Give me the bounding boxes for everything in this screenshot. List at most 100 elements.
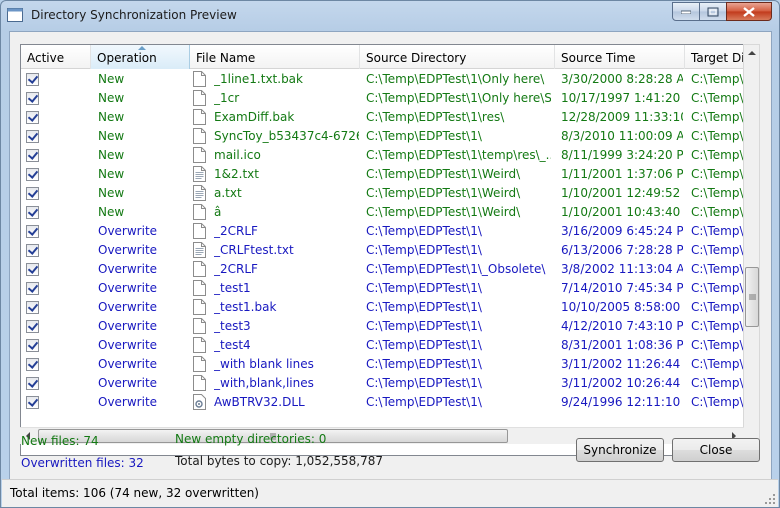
close-window-button[interactable] (726, 2, 772, 21)
operation-cell: New (98, 167, 125, 181)
table-row[interactable]: New mail.ico C:\Temp\EDPTest\1\temp\res\_.… (21, 146, 753, 165)
active-checkbox[interactable] (26, 263, 39, 276)
file-icon (193, 109, 206, 125)
operation-cell: Overwrite (98, 281, 158, 295)
active-checkbox[interactable] (26, 130, 39, 143)
active-checkbox[interactable] (26, 225, 39, 238)
file-name-cell: ExamDiff.bak (214, 110, 295, 124)
maximize-icon (707, 7, 719, 16)
file-name-cell: â (214, 205, 222, 219)
minimize-button[interactable] (672, 2, 700, 21)
table-row[interactable]: Overwrite _test1 C:\Temp\EDPTest\1\ 7/14/20… (21, 279, 753, 298)
resize-grip-icon[interactable] (764, 493, 776, 505)
file-name-cell: _1cr (214, 91, 240, 105)
table-row[interactable]: Overwrite _2CRLF C:\Temp\EDPTest\1\_Obsole… (21, 260, 753, 279)
window-icon (7, 8, 23, 22)
source-time-cell: 1/11/2001 1:37:06 PM (561, 167, 683, 181)
source-time-cell: 7/14/2010 7:45:34 PM (561, 281, 683, 295)
table-row[interactable]: Overwrite _with,blank,lines C:\Temp\EDPTes… (21, 374, 753, 393)
active-checkbox[interactable] (26, 187, 39, 200)
file-icon (193, 147, 206, 163)
table-row[interactable]: New 1&2.txt C:\Temp\EDPTest\1\Weird\ 1/11/2… (21, 165, 753, 184)
table-row[interactable]: New ExamDiff.bak C:\Temp\EDPTest\1\res\ 12/… (21, 108, 753, 127)
file-name-cell: _test1.bak (214, 300, 277, 314)
source-directory-cell: C:\Temp\EDPTest\1\Weird\ (366, 205, 521, 219)
active-checkbox[interactable] (26, 111, 39, 124)
operation-cell: Overwrite (98, 357, 158, 371)
active-checkbox[interactable] (26, 168, 39, 181)
table-row[interactable]: New _1line1.txt.bak C:\Temp\EDPTest\1\Only… (21, 70, 753, 89)
column-header-operation[interactable]: Operation (91, 45, 190, 69)
source-directory-cell: C:\Temp\EDPTest\1\ (366, 357, 482, 371)
table-row[interactable]: New â C:\Temp\EDPTest\1\Weird\ 1/10/2001 10… (21, 203, 753, 222)
operation-cell: New (98, 148, 125, 162)
file-name-cell: _1line1.txt.bak (214, 72, 303, 86)
column-header-active[interactable]: Active (21, 45, 91, 69)
vertical-scrollbar[interactable] (743, 44, 760, 456)
active-checkbox[interactable] (26, 320, 39, 333)
vertical-scroll-thumb[interactable] (745, 267, 759, 327)
source-time-cell: 3/8/2002 11:13:04 AM (561, 262, 683, 276)
source-time-cell: 8/11/1999 3:24:20 PM (561, 148, 683, 162)
grid-rows: New _1line1.txt.bak C:\Temp\EDPTest\1\Only… (21, 70, 753, 439)
operation-cell: Overwrite (98, 376, 158, 390)
file-icon (193, 337, 206, 353)
source-directory-cell: C:\Temp\EDPTest\1\temp\res\_... (366, 148, 551, 162)
source-directory-cell: C:\Temp\EDPTest\1\ (366, 224, 482, 238)
status-bar: Total items: 106 (74 new, 32 overwritten… (2, 479, 778, 507)
table-row[interactable]: New _1cr C:\Temp\EDPTest\1\Only here\S... 1… (21, 89, 753, 108)
source-time-cell: 1/10/2001 12:49:52 PM (561, 186, 683, 200)
active-checkbox[interactable] (26, 396, 39, 409)
title-bar[interactable]: Directory Synchronization Preview (1, 1, 779, 29)
active-checkbox[interactable] (26, 339, 39, 352)
source-time-cell: 4/12/2010 7:43:10 PM (561, 319, 683, 333)
column-header-operation-label: Operation (97, 51, 157, 65)
text-file-icon (193, 166, 206, 182)
table-row[interactable]: Overwrite _test3 C:\Temp\EDPTest\1\ 4/12/20… (21, 317, 753, 336)
table-row[interactable]: New SyncToy_b53437c4-6726... C:\Temp\EDPTe… (21, 127, 753, 146)
table-row[interactable]: Overwrite AwBTRV32.DLL C:\Temp\EDPTest\1\ 9… (21, 393, 753, 412)
source-time-cell: 6/13/2006 7:28:28 PM (561, 243, 683, 257)
table-row[interactable]: Overwrite _CRLFtest.txt C:\Temp\EDPTest\1\… (21, 241, 753, 260)
maximize-button[interactable] (699, 2, 727, 21)
file-icon (193, 299, 206, 315)
operation-cell: New (98, 110, 125, 124)
active-checkbox[interactable] (26, 244, 39, 257)
table-row[interactable]: Overwrite _test1.bak C:\Temp\EDPTest\1\ 10/… (21, 298, 753, 317)
table-row[interactable]: Overwrite _test4 C:\Temp\EDPTest\1\ 8/31/20… (21, 336, 753, 355)
file-name-cell: _2CRLF (214, 262, 258, 276)
file-name-cell: _test1 (214, 281, 251, 295)
column-header-source-directory[interactable]: Source Directory (360, 45, 555, 69)
active-checkbox[interactable] (26, 149, 39, 162)
source-directory-cell: C:\Temp\EDPTest\1\ (366, 376, 482, 390)
operation-cell: Overwrite (98, 319, 158, 333)
table-row[interactable]: New a.txt C:\Temp\EDPTest\1\Weird\ 1/10/200… (21, 184, 753, 203)
active-checkbox[interactable] (26, 73, 39, 86)
scroll-up-icon[interactable] (744, 45, 760, 61)
source-directory-cell: C:\Temp\EDPTest\1\Only here\ (366, 72, 545, 86)
source-directory-cell: C:\Temp\EDPTest\1\Only here\S... (366, 91, 551, 105)
active-checkbox[interactable] (26, 301, 39, 314)
source-directory-cell: C:\Temp\EDPTest\1\Weird\ (366, 167, 521, 181)
table-row[interactable]: Overwrite _with blank lines C:\Temp\EDPTes… (21, 355, 753, 374)
active-checkbox[interactable] (26, 282, 39, 295)
source-time-cell: 8/31/2001 1:08:36 PM (561, 338, 683, 352)
close-button[interactable]: Close (672, 438, 760, 462)
active-checkbox[interactable] (26, 358, 39, 371)
column-header-file-name[interactable]: File Name (190, 45, 360, 69)
source-time-cell: 1/10/2001 10:43:40 A... (561, 205, 683, 219)
source-directory-cell: C:\Temp\EDPTest\1\ (366, 395, 482, 409)
operation-cell: New (98, 72, 125, 86)
preview-grid[interactable]: Active Operation File Name Source Direct… (20, 44, 754, 456)
table-row[interactable]: Overwrite _2CRLF C:\Temp\EDPTest\1\ 3/16/20… (21, 222, 753, 241)
active-checkbox[interactable] (26, 92, 39, 105)
column-header-source-time[interactable]: Source Time (555, 45, 685, 69)
operation-cell: Overwrite (98, 262, 158, 276)
synchronize-button[interactable]: Synchronize (576, 438, 664, 462)
active-checkbox[interactable] (26, 206, 39, 219)
file-icon (193, 71, 206, 87)
overwritten-files-count: Overwritten files: 32 (21, 456, 144, 470)
operation-cell: New (98, 129, 125, 143)
active-checkbox[interactable] (26, 377, 39, 390)
file-name-cell: mail.ico (214, 148, 261, 162)
